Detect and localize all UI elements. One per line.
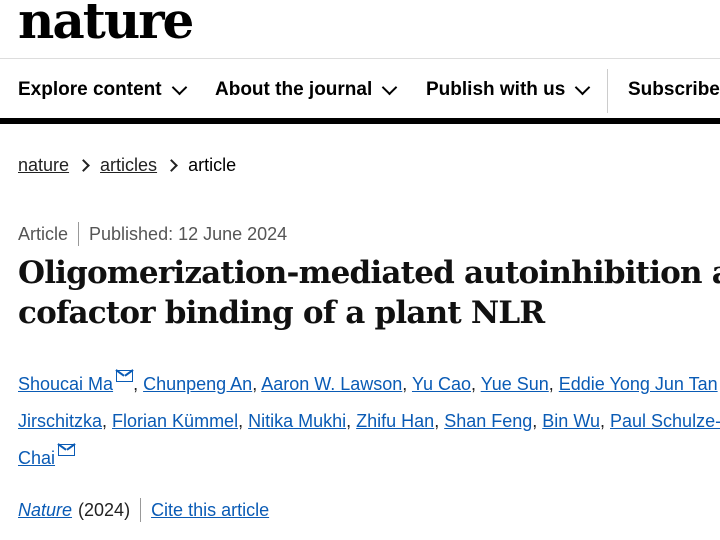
author-list: Shoucai Ma, Chunpeng An, Aaron W. Lawson… (18, 366, 720, 477)
article-meta: Article Published: 12 June 2024 (18, 222, 287, 246)
author-link[interactable]: Bin Wu (542, 411, 600, 431)
citation-year: (2024) (78, 499, 131, 520)
nav-publish-with-us[interactable]: Publish with us (426, 79, 591, 101)
author-link[interactable]: Zhifu Han (356, 411, 434, 431)
title-line-2: cofactor binding of a plant NLR (18, 295, 545, 331)
email-icon[interactable] (58, 444, 76, 456)
author-link[interactable]: Aaron W. Lawson (261, 374, 402, 394)
author-link[interactable]: Chai (18, 448, 55, 468)
citation: Nature (2024) Cite this article (18, 498, 269, 522)
cite-this-article-link[interactable]: Cite this article (151, 500, 269, 521)
nav-item-label: Subscribe (628, 79, 720, 100)
breadcrumb-nature-link[interactable]: nature (18, 155, 69, 176)
chevron-right-icon (77, 159, 90, 172)
author-link[interactable]: Jirschitzka (18, 411, 102, 431)
nav-about-the-journal[interactable]: About the journal (215, 79, 398, 101)
author-link[interactable]: Paul Schulze-Lefert (610, 411, 720, 431)
journal-link[interactable]: Nature (18, 500, 72, 521)
article-page: nature Explore content About the journal… (0, 0, 720, 540)
author-link[interactable]: Yue Sun (481, 374, 549, 394)
chevron-down-icon (575, 79, 591, 95)
article-type: Article (18, 223, 69, 244)
breadcrumb: nature articles article (18, 155, 236, 176)
chevron-down-icon (381, 79, 398, 95)
published-date: Published: 12 June 2024 (89, 223, 288, 244)
nature-logo[interactable]: nature (18, 0, 194, 46)
author-link[interactable]: Eddie Yong Jun Tan (559, 374, 718, 394)
nav-item-label: Publish with us (426, 79, 566, 100)
nav-divider (607, 69, 608, 113)
chevron-down-icon (171, 79, 187, 95)
author-link[interactable]: Florian Kümmel (112, 411, 238, 431)
nav-explore-content[interactable]: Explore content (18, 79, 187, 101)
author-link[interactable]: Yu Cao (412, 374, 471, 394)
author-link[interactable]: Shan Feng (444, 411, 532, 431)
main-nav: Explore content About the journal Publis… (0, 58, 720, 124)
title-line-1: Oligomerization-mediated autoinhibition … (18, 255, 720, 291)
email-icon[interactable] (116, 370, 134, 382)
nav-item-label: Explore content (18, 79, 162, 100)
author-link[interactable]: Chunpeng An (143, 374, 252, 394)
author-link[interactable]: Shoucai Ma (18, 374, 113, 394)
page-title: Oligomerization-mediated autoinhibition … (18, 253, 720, 333)
breadcrumb-articles-link[interactable]: articles (100, 155, 157, 176)
chevron-right-icon (165, 159, 178, 172)
meta-divider (78, 222, 80, 246)
citation-divider (140, 498, 142, 522)
author-link[interactable]: Nitika Mukhi (248, 411, 346, 431)
breadcrumb-current: article (188, 155, 237, 175)
nav-item-label: About the journal (215, 79, 373, 100)
nav-subscribe[interactable]: Subscribe (628, 79, 720, 101)
